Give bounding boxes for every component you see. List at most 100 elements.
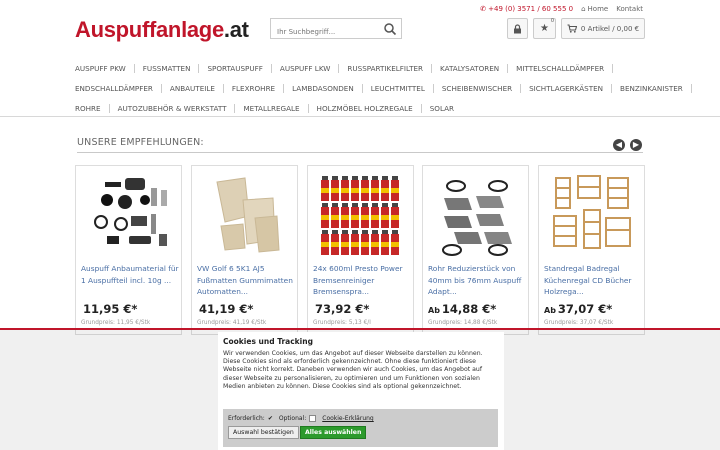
- product-card[interactable]: VW Golf 6 5K1 AJ5 Fußmatten Gummimatten …: [191, 165, 298, 335]
- can-label: [361, 242, 369, 247]
- required-label: Erforderlich:: [228, 415, 265, 422]
- search-input[interactable]: [271, 22, 379, 42]
- can-label: [391, 215, 399, 220]
- can-cap: [362, 230, 368, 234]
- nav-item[interactable]: SICHTLAGERKÄSTEN: [521, 83, 613, 93]
- product-title[interactable]: Auspuff Anbaumaterial für 1 Auspuffteil …: [81, 263, 179, 297]
- phone-link[interactable]: ✆ +49 (0) 3571 / 60 555 0: [480, 5, 573, 13]
- wishlist-count: 0: [550, 18, 554, 24]
- can-cap: [382, 176, 388, 180]
- nav-item[interactable]: BENZINKANISTER: [612, 83, 692, 93]
- account-button[interactable]: [507, 18, 528, 39]
- product-card[interactable]: Standregal Badregal Küchenregal CD Büche…: [538, 165, 645, 335]
- nav-row: ROHRE AUTOZUBEHÖR & WERKSTATT METALLREGALE…: [75, 98, 655, 118]
- product-price: Ab 37,07 €*: [544, 302, 612, 316]
- product-card[interactable]: Auspuff Anbaumaterial für 1 Auspuffteil …: [75, 165, 182, 335]
- site-logo[interactable]: Auspuffanlage.at: [75, 17, 249, 43]
- unit-price: Grundpreis: 14,88 €/Stk: [428, 320, 498, 326]
- checkmark-icon: ✔: [267, 415, 273, 422]
- carousel-prev-button[interactable]: ◀: [613, 139, 625, 151]
- cookie-title: Cookies und Tracking: [223, 337, 313, 346]
- can-cap: [352, 203, 358, 207]
- price-prefix: Ab: [428, 306, 440, 315]
- can-label: [371, 188, 379, 193]
- product-title[interactable]: 24x 600ml Presto Power Bremsenreiniger B…: [313, 263, 411, 297]
- product-price: 11,95 €*: [81, 302, 137, 316]
- can-label: [341, 242, 349, 247]
- nav-item[interactable]: KATALYSATOREN: [432, 63, 509, 73]
- nav-item[interactable]: FUSSMATTEN: [135, 63, 200, 73]
- carousel-next-button[interactable]: ▶: [630, 139, 642, 151]
- product-title[interactable]: VW Golf 6 5K1 AJ5 Fußmatten Gummimatten …: [197, 263, 295, 297]
- cookie-explanation-link[interactable]: Cookie-Erklärung: [322, 415, 374, 422]
- optional-checkbox[interactable]: [309, 415, 317, 422]
- nav-item[interactable]: FLEXROHRE: [224, 83, 285, 93]
- nav-item[interactable]: AUSPUFF PKW: [75, 63, 135, 73]
- can-label: [321, 188, 329, 193]
- can-cap: [352, 230, 358, 234]
- cart-icon: [567, 24, 577, 33]
- cookie-options: Erforderlich: ✔ Optional: Cookie-Erkläru…: [228, 415, 374, 422]
- phone-icon: ✆: [480, 5, 487, 13]
- product-title[interactable]: Standregal Badregal Küchenregal CD Büche…: [544, 263, 642, 297]
- can-cap: [382, 230, 388, 234]
- cookie-options-panel: Erforderlich: ✔ Optional: Cookie-Erkläru…: [223, 409, 498, 447]
- can-label: [381, 242, 389, 247]
- can-label: [391, 188, 399, 193]
- top-meta-bar: ✆ +49 (0) 3571 / 60 555 0 ⌂ Home Kontakt: [480, 5, 643, 13]
- can-cap: [332, 203, 338, 207]
- can-label: [381, 188, 389, 193]
- product-card[interactable]: 24x 600ml Presto Power Bremsenreiniger B…: [307, 165, 414, 335]
- floor-mats-image: [216, 177, 280, 253]
- can-cap: [332, 176, 338, 180]
- can-cap: [372, 176, 378, 180]
- nav-item[interactable]: SPORTAUSPUFF: [199, 63, 272, 73]
- nav-item[interactable]: AUSPUFF LKW: [272, 63, 340, 73]
- price-value: 11,95 €*: [83, 302, 138, 316]
- wishlist-button[interactable]: ★ 0: [533, 18, 556, 39]
- search-box: [270, 18, 402, 42]
- price-value: 73,92 €*: [315, 302, 370, 316]
- nav-item[interactable]: SOLAR: [422, 104, 462, 113]
- nav-item[interactable]: ANBAUTEILE: [162, 83, 224, 93]
- unit-price: Grundpreis: 11,95 €/Stk: [81, 320, 151, 326]
- nav-item[interactable]: SCHEIBENWISCHER: [434, 83, 522, 93]
- cookie-text: Wir verwenden Cookies, um das Angebot au…: [223, 350, 483, 390]
- nav-item[interactable]: HOLZMÖBEL HOLZREGALE: [309, 103, 422, 113]
- logo-text: Auspuffanlage: [75, 17, 224, 42]
- product-card[interactable]: Rohr Reduzierstück von 40mm bis 76mm Aus…: [422, 165, 529, 335]
- nav-item[interactable]: MITTELSCHALLDÄMPFER: [508, 63, 614, 73]
- price-value: 14,88 €*: [441, 302, 497, 316]
- nav-item[interactable]: LEUCHTMITTEL: [363, 83, 434, 93]
- nav-item[interactable]: LAMBDASONDEN: [284, 83, 363, 93]
- cookie-top-border: [0, 328, 720, 330]
- nav-item[interactable]: RUSSPARTIKELFILTER: [339, 63, 432, 73]
- can-cap: [362, 176, 368, 180]
- home-link[interactable]: ⌂ Home: [581, 5, 608, 13]
- star-icon: ★: [540, 23, 549, 34]
- price-value: 37,07 €*: [557, 302, 613, 316]
- can-cap: [362, 203, 368, 207]
- nav-item[interactable]: ROHRE: [75, 103, 110, 113]
- can-label: [351, 188, 359, 193]
- can-cap: [392, 230, 398, 234]
- cart-button[interactable]: 0 Artikel / 0,00 €: [561, 18, 645, 39]
- can-cap: [372, 203, 378, 207]
- nav-item[interactable]: AUTOZUBEHÖR & WERKSTATT: [110, 103, 236, 113]
- can-cap: [392, 176, 398, 180]
- accept-all-button[interactable]: Alles auswählen: [300, 426, 367, 439]
- lock-icon: [514, 23, 521, 33]
- nav-item[interactable]: ENDSCHALLDÄMPFER: [75, 83, 162, 93]
- contact-link[interactable]: Kontakt: [616, 5, 643, 13]
- can-label: [381, 215, 389, 220]
- can-label: [331, 242, 339, 247]
- product-title[interactable]: Rohr Reduzierstück von 40mm bis 76mm Aus…: [428, 263, 526, 297]
- confirm-selection-button[interactable]: Auswahl bestätigen: [228, 426, 299, 439]
- can-label: [361, 188, 369, 193]
- search-icon[interactable]: [383, 22, 397, 36]
- nav-item[interactable]: METALLREGALE: [235, 103, 309, 113]
- pipe-reducers-image: [442, 180, 512, 256]
- brake-cleaner-cans-image: [321, 176, 399, 255]
- can-cap: [322, 203, 328, 207]
- home-label: Home: [587, 5, 609, 13]
